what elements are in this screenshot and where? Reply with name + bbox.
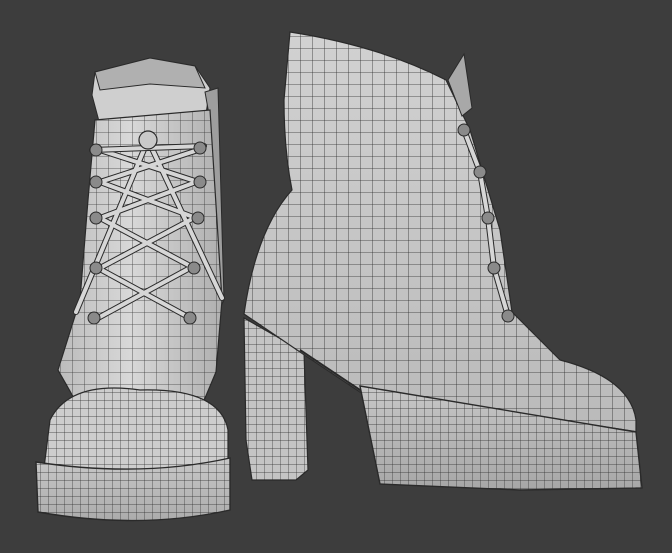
platform-heel-boot[interactable]: [240, 28, 647, 495]
combat-boot[interactable]: [30, 57, 240, 535]
3d-viewport[interactable]: [0, 0, 672, 553]
lace-knot: [138, 130, 158, 150]
scene-canvas[interactable]: [0, 0, 672, 553]
